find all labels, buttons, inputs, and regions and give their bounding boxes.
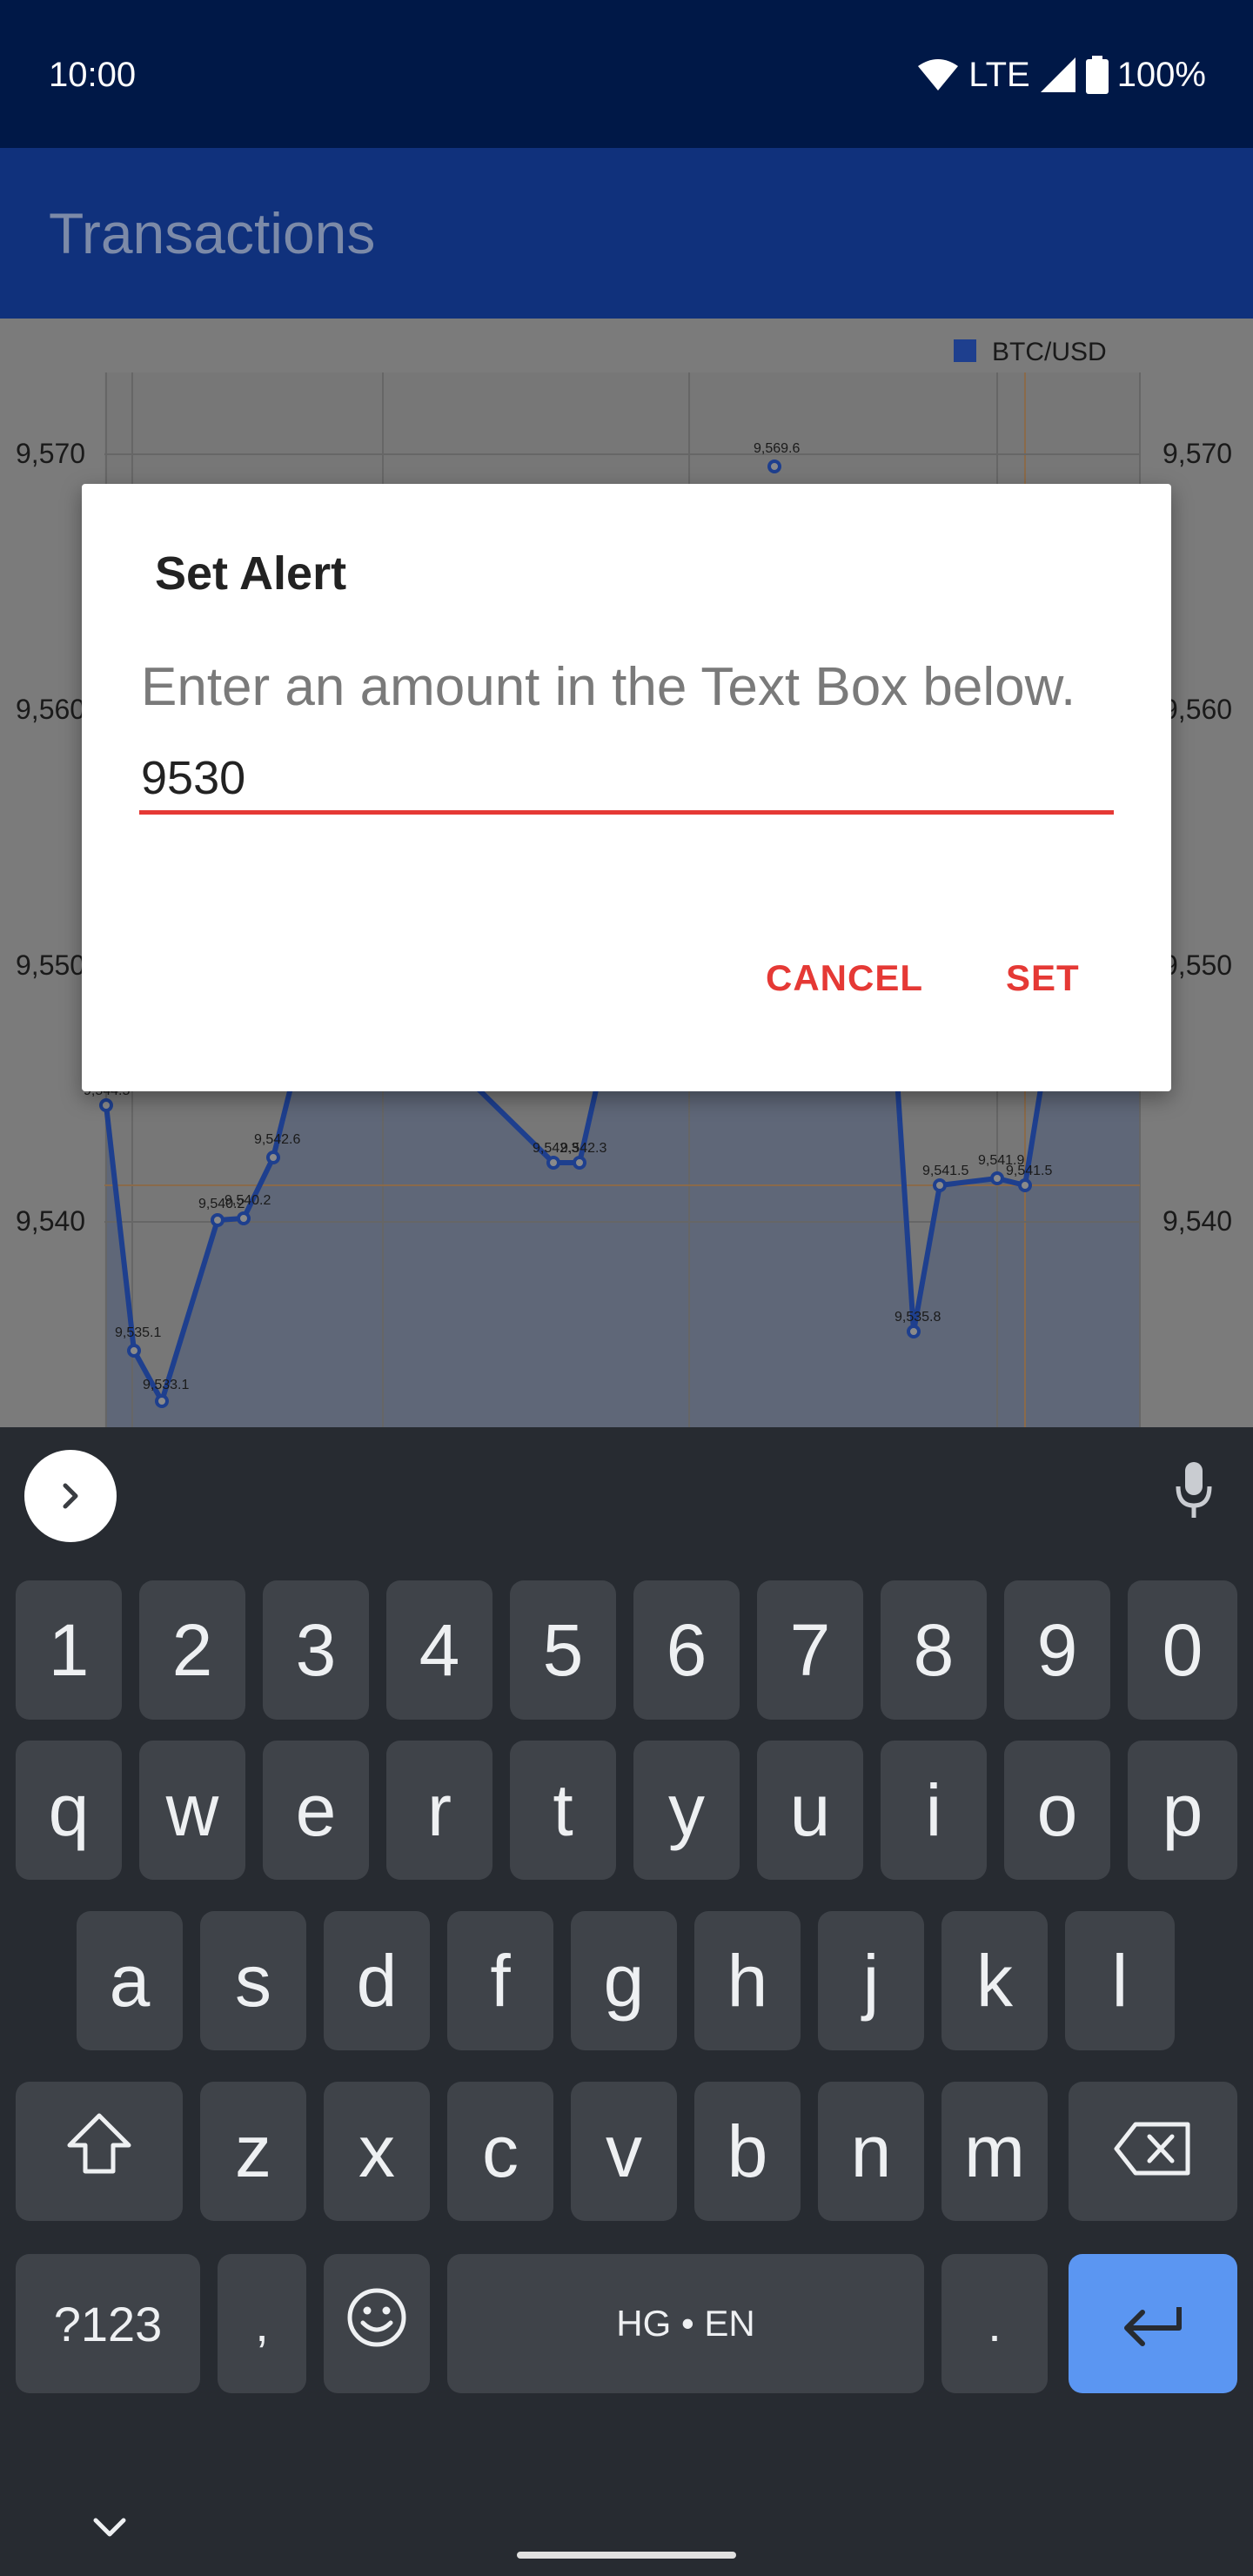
key-j[interactable]: j <box>818 1911 924 2050</box>
dialog-message: Enter an amount in the Text Box below. <box>141 657 1076 717</box>
key-q[interactable]: q <box>16 1741 122 1880</box>
key-1[interactable]: 1 <box>16 1580 122 1720</box>
y-tick-left: 9,540 <box>16 1205 85 1237</box>
key-7[interactable]: 7 <box>757 1580 863 1720</box>
key-v[interactable]: v <box>571 2082 677 2221</box>
soft-keyboard: 1 2 3 4 5 6 7 8 9 0 q w e r t y u i o p … <box>0 1427 1253 2576</box>
y-tick-left: 9,560 <box>16 694 85 725</box>
key-f[interactable]: f <box>447 1911 553 2050</box>
shift-key[interactable] <box>16 2082 183 2221</box>
shift-icon <box>64 2110 134 2194</box>
key-5[interactable]: 5 <box>510 1580 616 1720</box>
symbols-key[interactable]: ?123 <box>16 2254 200 2393</box>
key-4[interactable]: 4 <box>386 1580 492 1720</box>
battery-icon <box>1085 56 1109 94</box>
key-d[interactable]: d <box>324 1911 430 2050</box>
space-key[interactable]: HG • EN <box>447 2254 924 2393</box>
y-tick-right: 9,540 <box>1163 1205 1232 1237</box>
key-b[interactable]: b <box>694 2082 801 2221</box>
key-6[interactable]: 6 <box>633 1580 740 1720</box>
y-tick-right: 9,560 <box>1163 694 1232 725</box>
status-bar: 10:00 LTE 100% <box>0 0 1253 148</box>
key-m[interactable]: m <box>941 2082 1048 2221</box>
y-tick-right: 9,570 <box>1163 438 1232 469</box>
signal-icon <box>1039 56 1077 94</box>
status-time: 10:00 <box>49 56 137 94</box>
key-z[interactable]: z <box>200 2082 306 2221</box>
keyboard-nav-area <box>0 2472 1253 2576</box>
cancel-button[interactable]: CANCEL <box>766 957 923 999</box>
key-0[interactable]: 0 <box>1128 1580 1237 1720</box>
key-a[interactable]: a <box>77 1911 183 2050</box>
status-icons: LTE 100% <box>916 50 1206 99</box>
point-label: 9,541.5 <box>922 1164 968 1178</box>
key-r[interactable]: r <box>386 1741 492 1880</box>
set-button[interactable]: SET <box>1006 957 1080 999</box>
point-label: 9,533.1 <box>143 1378 189 1392</box>
y-tick-left: 9,570 <box>16 438 85 469</box>
enter-key[interactable] <box>1069 2254 1237 2393</box>
key-9[interactable]: 9 <box>1004 1580 1110 1720</box>
page-title: Transactions <box>49 201 376 265</box>
expand-icon[interactable] <box>24 1450 117 1542</box>
amount-input[interactable] <box>139 745 1114 815</box>
mic-icon[interactable] <box>1175 1460 1213 1527</box>
key-s[interactable]: s <box>200 1911 306 2050</box>
set-alert-dialog: Set Alert Enter an amount in the Text Bo… <box>82 484 1171 1091</box>
key-3[interactable]: 3 <box>263 1580 369 1720</box>
key-y[interactable]: y <box>633 1741 740 1880</box>
comma-key[interactable]: , <box>218 2254 306 2393</box>
app-bar: Transactions <box>0 148 1253 319</box>
enter-icon <box>1118 2282 1188 2366</box>
key-o[interactable]: o <box>1004 1741 1110 1880</box>
point-label: 9,542.6 <box>254 1132 300 1147</box>
key-e[interactable]: e <box>263 1741 369 1880</box>
key-u[interactable]: u <box>757 1741 863 1880</box>
key-k[interactable]: k <box>941 1911 1048 2050</box>
key-8[interactable]: 8 <box>881 1580 987 1720</box>
key-x[interactable]: x <box>324 2082 430 2221</box>
point-label: 9,542.3 <box>560 1141 606 1156</box>
period-key[interactable]: . <box>941 2254 1048 2393</box>
y-tick-right: 9,550 <box>1163 949 1232 981</box>
chart-legend: BTC/USD <box>992 338 1107 366</box>
point-label: 9,535.1 <box>115 1325 161 1340</box>
point-label: 9,535.8 <box>895 1310 941 1325</box>
backspace-icon <box>1113 2110 1193 2194</box>
key-g[interactable]: g <box>571 1911 677 2050</box>
point-label: 9,541.5 <box>1006 1164 1052 1178</box>
network-type: LTE <box>968 55 1030 94</box>
key-n[interactable]: n <box>818 2082 924 2221</box>
key-w[interactable]: w <box>139 1741 245 1880</box>
point-label: 9,569.6 <box>754 441 800 456</box>
emoji-key[interactable] <box>324 2254 430 2393</box>
key-i[interactable]: i <box>881 1741 987 1880</box>
backspace-key[interactable] <box>1069 2082 1237 2221</box>
point-label: 9,540.2 <box>224 1193 271 1208</box>
y-tick-left: 9,550 <box>16 949 85 981</box>
home-indicator[interactable] <box>517 2552 736 2559</box>
key-c[interactable]: c <box>447 2082 553 2221</box>
emoji-icon <box>345 2282 408 2366</box>
key-l[interactable]: l <box>1065 1911 1175 2050</box>
key-p[interactable]: p <box>1128 1741 1237 1880</box>
wifi-icon <box>916 57 960 92</box>
key-t[interactable]: t <box>510 1741 616 1880</box>
hide-keyboard-icon[interactable] <box>90 2515 129 2544</box>
battery-percent: 100% <box>1116 55 1206 94</box>
keyboard-toolbar <box>0 1427 1253 1558</box>
key-h[interactable]: h <box>694 1911 801 2050</box>
dialog-title: Set Alert <box>155 547 347 600</box>
key-2[interactable]: 2 <box>139 1580 245 1720</box>
